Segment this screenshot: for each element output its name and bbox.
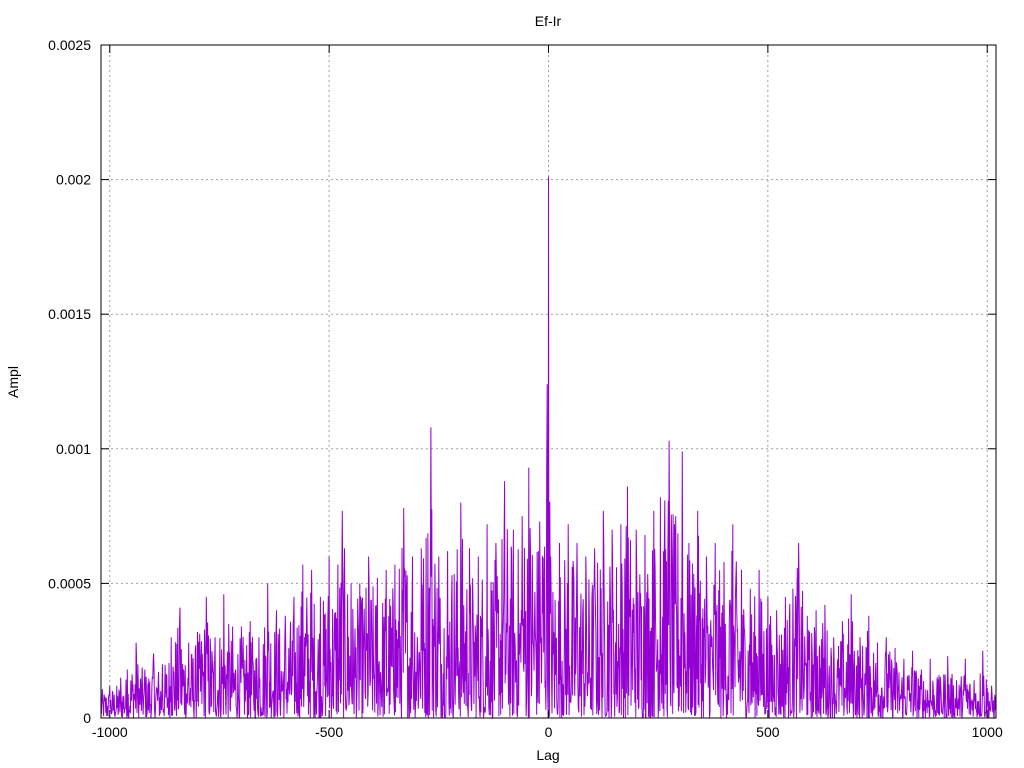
y-tick-label: 0.0015	[48, 306, 91, 322]
x-tick-label: 500	[756, 724, 780, 740]
x-tick-label: -500	[315, 724, 343, 740]
x-tick-label: -1000	[92, 724, 128, 740]
y-tick-label: 0.002	[56, 172, 91, 188]
y-tick-label: 0.001	[56, 441, 91, 457]
y-tick-label: 0.0025	[48, 37, 91, 53]
y-tick-label: 0.0005	[48, 575, 91, 591]
y-tick-labels: 0 0.0005 0.001 0.0015 0.002 0.0025	[48, 37, 91, 726]
chart: -1000 -500 0 500 1000 0 0.0005 0.001 0.0015 0.00…	[5, 13, 1003, 763]
chart-title: Ef-Ir	[535, 13, 562, 29]
x-tick-labels: -1000 -500 0 500 1000	[92, 724, 1003, 740]
series-area	[100, 176, 997, 720]
series-line	[100, 176, 997, 720]
x-tick-label: 0	[545, 724, 553, 740]
y-axis-title: Ampl	[5, 366, 21, 398]
y-tick-label: 0	[83, 710, 91, 726]
x-tick-label: 1000	[972, 724, 1003, 740]
x-axis-title: Lag	[536, 747, 559, 763]
